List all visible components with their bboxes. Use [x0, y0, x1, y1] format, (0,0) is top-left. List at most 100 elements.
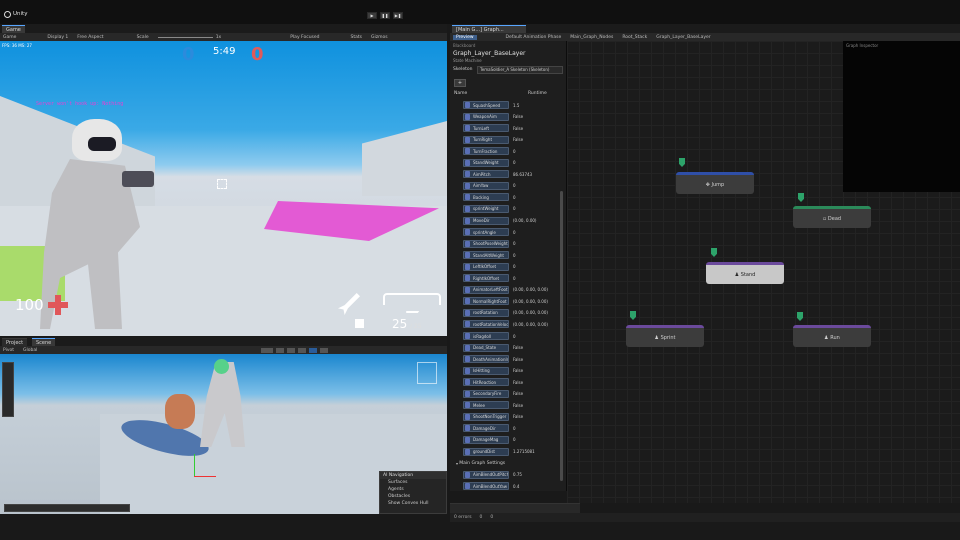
- parameter-value[interactable]: 0: [513, 426, 516, 431]
- parameter-row[interactable]: TurnRight False: [463, 135, 563, 145]
- breadcrumb-main-graph-nodes[interactable]: Main_Graph_Nodes: [570, 35, 613, 40]
- parameter-row[interactable]: StandWeight 0: [463, 158, 563, 168]
- parameter-row[interactable]: WeaponAim False: [463, 112, 563, 122]
- scene-tool-palette[interactable]: [2, 362, 14, 417]
- parameter-row[interactable]: SquashSpeed 1.5: [463, 100, 563, 110]
- overlay-item-surfaces[interactable]: Surfaces: [380, 479, 446, 486]
- parameter-pill[interactable]: Dead_State: [463, 343, 509, 352]
- parameter-value[interactable]: False: [513, 368, 523, 373]
- phase-dropdown[interactable]: Default Animation Phase: [506, 35, 562, 40]
- parameter-row[interactable]: DeathAnimationIndex False: [463, 354, 563, 364]
- scene-view[interactable]: AI Navigation Surfaces Agents Obstacles …: [0, 354, 447, 514]
- pause-button[interactable]: ❚❚: [380, 12, 390, 19]
- parameter-row[interactable]: Melee False: [463, 400, 563, 410]
- parameter-pill[interactable]: isRagdoll: [463, 332, 509, 340]
- parameter-value[interactable]: 0.75: [513, 472, 522, 477]
- parameter-pill[interactable]: HitReaction: [463, 378, 509, 387]
- parameter-row[interactable]: AnimatorLeftFoot (0.00, 0.00, 0.00): [463, 285, 563, 295]
- warning-count[interactable]: 0: [480, 515, 483, 520]
- parameter-pill[interactable]: groundDist: [463, 447, 509, 456]
- parameter-pill[interactable]: SecondaryFire: [463, 389, 509, 398]
- parameter-pill[interactable]: sprintAngle: [463, 228, 509, 237]
- parameter-value[interactable]: 0: [513, 253, 516, 258]
- parameter-pill[interactable]: IsHitting: [463, 366, 509, 375]
- parameter-pill[interactable]: AimBlendOutYaw: [463, 482, 509, 491]
- parameter-row[interactable]: isRagdoll 0: [463, 331, 563, 341]
- global-dropdown[interactable]: Global: [23, 348, 37, 353]
- parameter-row[interactable]: groundDist 1.2715081: [463, 447, 563, 457]
- parameter-value[interactable]: 0: [513, 160, 516, 165]
- stats-button[interactable]: Stats: [351, 35, 363, 40]
- parameter-pill[interactable]: MoveDir: [463, 216, 509, 225]
- scene-orientation-gizmo-icon[interactable]: [417, 362, 437, 384]
- state-node-dead[interactable]: ▫ Dead: [793, 206, 871, 228]
- parameter-pill[interactable]: DeathAnimationIndex: [463, 355, 509, 364]
- state-node-run[interactable]: ♟ Run: [793, 325, 871, 347]
- parameter-value[interactable]: False: [513, 345, 523, 350]
- shading-mode-icon[interactable]: [261, 347, 274, 353]
- parameter-value[interactable]: 0: [513, 183, 516, 188]
- parameter-pill[interactable]: ShootNonTrigger: [463, 412, 509, 421]
- parameter-row[interactable]: StandAltWeight 0: [463, 250, 563, 260]
- parameter-pill[interactable]: DamageDir: [463, 424, 509, 433]
- game-view[interactable]: FPS: 36 MS: 27 Server won't hook up: Not…: [0, 41, 447, 336]
- blackboard-scrollbar[interactable]: [560, 191, 563, 481]
- parameter-pill[interactable]: StandAltWeight: [463, 251, 509, 260]
- parameter-row[interactable]: rootRotation (0.00, 0.00, 0.00): [463, 308, 563, 318]
- parameter-value[interactable]: 0.4: [513, 484, 519, 489]
- parameter-row[interactable]: NormalRightFoot (0.00, 0.00, 0.00): [463, 296, 563, 306]
- parameter-pill[interactable]: WeaponAim: [463, 112, 509, 121]
- display-dropdown[interactable]: Display 1: [47, 35, 68, 40]
- gizmos-button[interactable]: Gizmos: [371, 35, 388, 40]
- parameter-row[interactable]: Dead_State False: [463, 343, 563, 353]
- parameter-row[interactable]: HitReaction False: [463, 377, 563, 387]
- overlay-item-agents[interactable]: Agents: [380, 486, 446, 493]
- parameter-value[interactable]: (0.00, 0.00, 0.00): [513, 322, 548, 327]
- parameter-value[interactable]: 1.2715081: [513, 449, 535, 454]
- scale-slider[interactable]: [157, 36, 213, 38]
- parameter-pill[interactable]: DamageMag: [463, 435, 509, 444]
- message-count[interactable]: 0: [490, 515, 493, 520]
- show-convex-hull[interactable]: Show Convex Hull: [380, 500, 446, 507]
- parameter-row[interactable]: AimPitch 86.63743: [463, 169, 563, 179]
- parameter-row[interactable]: ShootPoseWeight 0: [463, 239, 563, 249]
- parameter-row[interactable]: sprintWeight 0: [463, 204, 563, 214]
- parameter-row[interactable]: Backing 0: [463, 192, 563, 202]
- 2d-toggle-icon[interactable]: [276, 347, 285, 353]
- parameter-pill[interactable]: SquashSpeed: [463, 101, 509, 109]
- parameter-pill[interactable]: AimYaw: [463, 181, 509, 190]
- group-parameter-row[interactable]: AimBlendOutPitch 0.75: [463, 470, 563, 480]
- parameter-row[interactable]: rootRotationVelocities (0.00, 0.00, 0.00): [463, 319, 563, 329]
- effects-toggle-icon[interactable]: [309, 347, 318, 353]
- error-count[interactable]: 0 errors: [454, 515, 472, 520]
- parameter-value[interactable]: 0: [513, 241, 516, 246]
- parameter-pill[interactable]: ShootPoseWeight: [463, 239, 509, 248]
- state-node-stand[interactable]: ♟ Stand: [706, 262, 784, 284]
- parameter-pill[interactable]: Melee: [463, 401, 509, 410]
- play-button[interactable]: ▶: [367, 12, 377, 19]
- parameter-pill[interactable]: Backing: [463, 193, 509, 202]
- parameter-pill[interactable]: RightIkOffset: [463, 274, 509, 283]
- parameter-pill[interactable]: NormalRightFoot: [463, 297, 509, 306]
- parameter-row[interactable]: DamageDir 0: [463, 423, 563, 433]
- parameter-value[interactable]: 0: [513, 334, 516, 339]
- parameter-row[interactable]: TurnFraction 0: [463, 146, 563, 156]
- aspect-dropdown[interactable]: Free Aspect: [77, 35, 103, 40]
- parameter-value[interactable]: 0: [513, 195, 516, 200]
- parameter-pill[interactable]: StandWeight: [463, 158, 509, 167]
- move-handle-y[interactable]: [194, 454, 195, 476]
- parameter-pill[interactable]: AnimatorLeftFoot: [463, 285, 509, 294]
- parameter-value[interactable]: (0.00, 0.00, 0.00): [513, 299, 548, 304]
- parameter-value[interactable]: 86.63743: [513, 172, 532, 177]
- parameter-pill[interactable]: TurnRight: [463, 135, 509, 144]
- parameter-pill[interactable]: LeftIkOffset: [463, 262, 509, 271]
- parameter-value[interactable]: False: [513, 380, 523, 385]
- tab-project[interactable]: Project: [2, 338, 28, 346]
- parameter-pill[interactable]: sprintWeight: [463, 204, 509, 213]
- state-node-jump[interactable]: ✥ Jump: [676, 172, 754, 194]
- parameter-value[interactable]: 0: [513, 264, 516, 269]
- parameter-row[interactable]: SecondaryFire False: [463, 389, 563, 399]
- skeleton-field[interactable]: TemaSoldier_A Skeleton (Skeleton): [477, 66, 563, 74]
- parameter-value[interactable]: False: [513, 126, 523, 131]
- parameter-row[interactable]: sprintAngle 0: [463, 227, 563, 237]
